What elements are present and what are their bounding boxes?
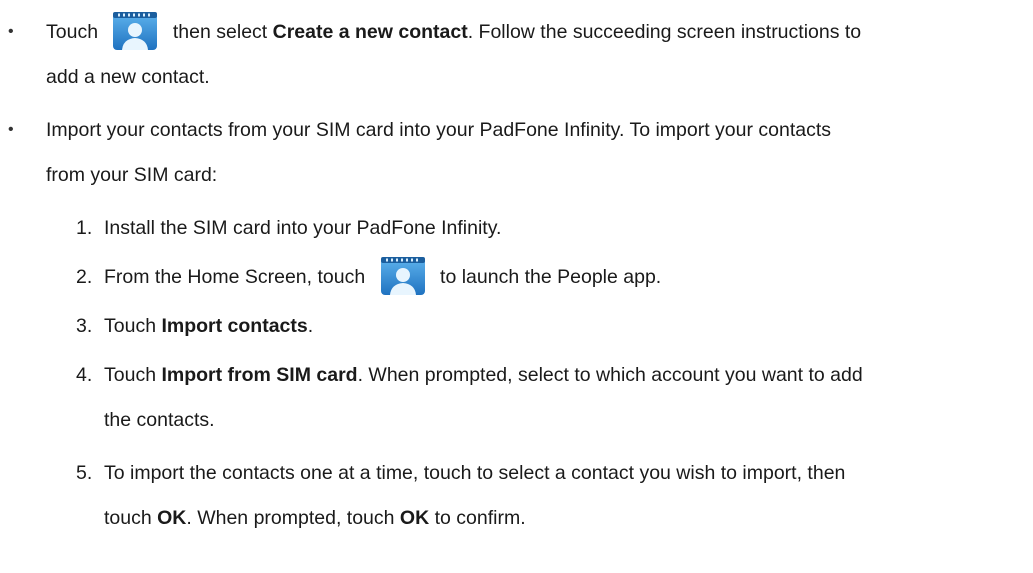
step-text: To import the contacts one at a time, to…: [104, 462, 846, 484]
step-number: 3.: [76, 315, 93, 337]
bullet-mark: •: [8, 23, 14, 40]
bullet-line: from your SIM card:: [46, 164, 218, 186]
step-text: touch OK. When prompted, touch OK to con…: [104, 507, 526, 529]
step-text: Touch Import contacts.: [104, 315, 314, 337]
people-app-icon: [377, 255, 429, 297]
step-number: 5.: [76, 462, 93, 484]
people-app-icon: [109, 10, 161, 52]
step-text: Touch Import from SIM card. When prompte…: [104, 364, 863, 386]
step-number: 1.: [76, 217, 93, 239]
bullet-line: Touch then select Create a new contact. …: [46, 11, 861, 53]
step-text: the contacts.: [104, 409, 215, 431]
step-text: From the Home Screen, touch to launch th…: [104, 256, 661, 298]
bullet-line: add a new contact.: [46, 66, 210, 88]
step-number: 2.: [76, 266, 93, 288]
bullet-mark: •: [8, 121, 14, 138]
manual-page: • Touch then select Create a new contact…: [0, 0, 1033, 573]
step-number: 4.: [76, 364, 93, 386]
step-text: Install the SIM card into your PadFone I…: [104, 217, 502, 239]
bullet-line: Import your contacts from your SIM card …: [46, 119, 832, 141]
